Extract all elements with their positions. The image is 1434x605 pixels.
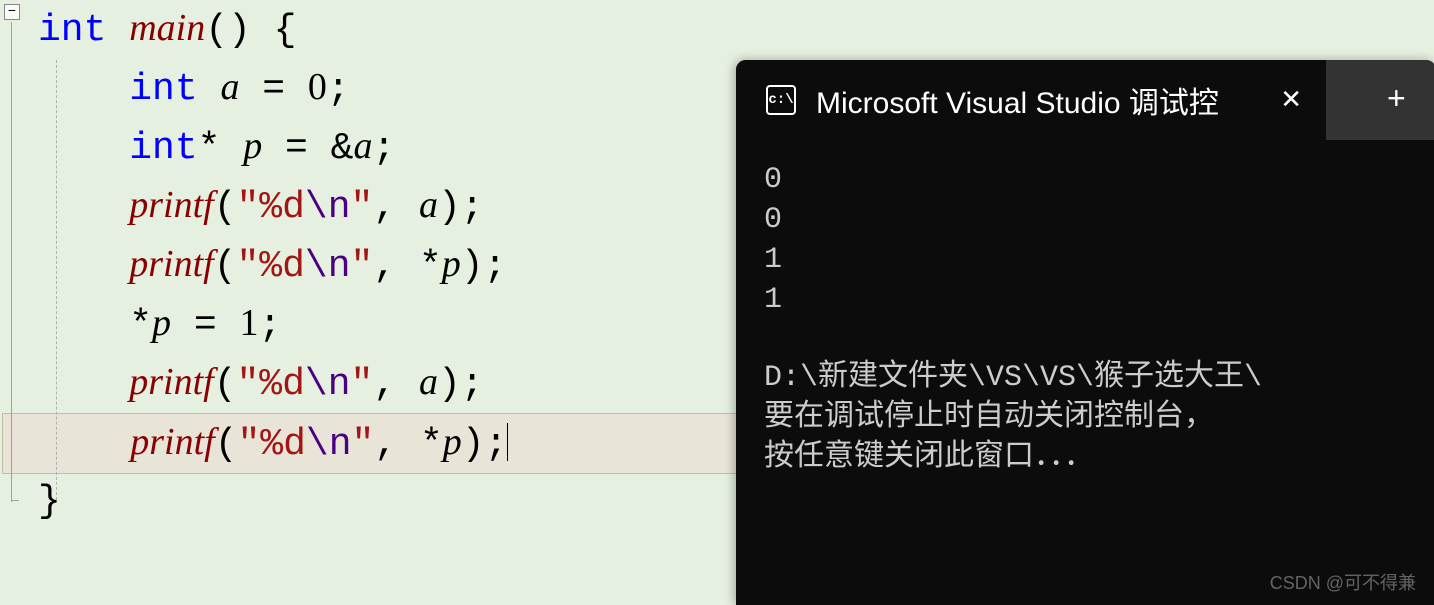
fold-toggle-icon[interactable]: − [4,4,20,20]
console-tab[interactable]: c:\ Microsoft Visual Studio 调试控 ✕ [736,60,1326,140]
fold-guide-end [11,500,19,501]
close-tab-button[interactable]: ✕ [1276,81,1306,120]
indent-guide-line [56,60,57,500]
console-window: c:\ Microsoft Visual Studio 调试控 ✕ + 0 0 … [736,60,1434,605]
console-body[interactable]: 0 0 1 1 D:\新建文件夹\VS\VS\猴子选大王\ 要在调试停止时自动关… [736,140,1434,498]
console-output: 0 0 1 1 [764,160,1408,320]
console-titlebar: c:\ Microsoft Visual Studio 调试控 ✕ + [736,60,1434,140]
text-cursor [507,423,508,461]
console-tab-title: Microsoft Visual Studio 调试控 [816,78,1219,122]
code-line-0[interactable]: int main() { [30,0,1434,59]
terminal-icon: c:\ [766,85,796,115]
watermark: CSDN @可不得兼 [1270,569,1416,595]
fold-guide-line [11,22,12,502]
new-tab-button[interactable]: + [1387,82,1406,119]
console-msg-2: 按任意键关闭此窗口．．． [764,438,1408,478]
console-msg-1: 要在调试停止时自动关闭控制台， [764,398,1408,438]
console-path-line: D:\新建文件夹\VS\VS\猴子选大王\ [764,358,1408,398]
